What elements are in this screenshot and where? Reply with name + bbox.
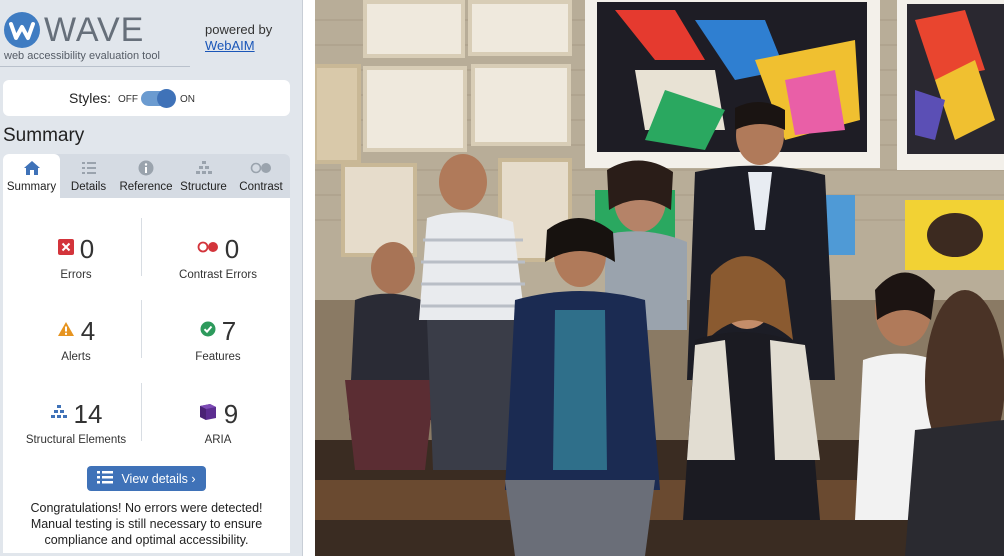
styles-label: Styles:: [69, 90, 112, 106]
styles-toggle-switch[interactable]: [141, 89, 176, 108]
structural-icon: [50, 404, 68, 425]
summary-heading: Summary: [3, 125, 85, 146]
list-icon: [60, 160, 117, 178]
stat-count: 4: [80, 315, 96, 346]
home-icon: [3, 160, 60, 178]
panel-tabs: Summary Details Reference Structure Cont…: [3, 154, 290, 198]
stat-features[interactable]: 7 Features: [148, 314, 288, 384]
wave-tagline: web accessibility evaluation tool: [4, 50, 160, 62]
toggle-knob: [157, 89, 176, 108]
stat-label: Contrast Errors: [179, 269, 257, 281]
stat-divider: [141, 300, 142, 358]
page-photo: [315, 0, 1004, 556]
structure-icon: [175, 160, 232, 178]
tab-structure[interactable]: Structure: [175, 154, 232, 198]
tab-label: Summary: [6, 181, 57, 193]
powered-by: powered by WebAIM: [205, 22, 272, 54]
tab-reference[interactable]: Reference: [117, 154, 175, 198]
tab-label: Structure: [180, 181, 227, 193]
stat-structural-elements[interactable]: 14 Structural Elements: [6, 397, 146, 467]
feature-icon: [200, 321, 216, 342]
tab-summary[interactable]: Summary: [3, 154, 60, 198]
stat-label: ARIA: [204, 434, 232, 446]
group-photo-image: [315, 0, 1004, 556]
tab-details[interactable]: Details: [60, 154, 117, 198]
styles-on-label: ON: [180, 94, 195, 105]
list-icon: [97, 470, 114, 487]
summary-panel: 0 Errors 0 Contrast Errors 4 Alerts 7 Fe…: [3, 198, 290, 553]
wave-logo-icon: [4, 12, 40, 48]
stat-divider: [141, 383, 142, 441]
brand-divider: [0, 66, 190, 67]
wave-brand: WAVE web accessibility evaluation tool p…: [0, 0, 303, 70]
contrast-error-icon: [197, 240, 219, 259]
contrast-icon: [232, 160, 290, 178]
tab-contrast[interactable]: Contrast: [232, 154, 290, 198]
stat-label: Alerts: [61, 351, 91, 363]
error-icon: [57, 238, 74, 260]
stat-label: Structural Elements: [25, 434, 127, 446]
powered-by-text: powered by: [205, 22, 273, 37]
alert-icon: [57, 321, 75, 342]
tab-label: Contrast: [239, 181, 283, 193]
stat-label: Errors: [60, 269, 92, 281]
tab-label: Details: [70, 181, 107, 193]
tab-label: Reference: [119, 181, 173, 193]
styles-toggle-box: Styles: OFF ON: [3, 80, 290, 116]
webaim-link[interactable]: WebAIM: [205, 38, 272, 54]
stat-count: 14: [73, 398, 103, 429]
stat-errors[interactable]: 0 Errors: [6, 232, 146, 302]
stat-alerts[interactable]: 4 Alerts: [6, 314, 146, 384]
stat-count: 0: [224, 233, 240, 264]
stat-contrast-errors[interactable]: 0 Contrast Errors: [148, 232, 288, 302]
stat-aria[interactable]: 9 ARIA: [148, 397, 288, 467]
info-icon: [117, 160, 175, 178]
view-details-button[interactable]: View details ›: [87, 466, 206, 491]
aria-icon: [198, 402, 218, 427]
wave-logo-text: WAVE: [44, 11, 145, 49]
stat-count: 7: [221, 315, 237, 346]
wave-sidebar: WAVE web accessibility evaluation tool p…: [0, 0, 303, 556]
view-details-label: View details ›: [121, 471, 196, 486]
congrats-message: Congratulations! No errors were detected…: [30, 501, 263, 547]
styles-off-label: OFF: [118, 94, 138, 105]
stat-divider: [141, 218, 142, 276]
stat-count: 0: [79, 233, 95, 264]
stat-count: 9: [223, 398, 239, 429]
stat-label: Features: [195, 351, 241, 363]
